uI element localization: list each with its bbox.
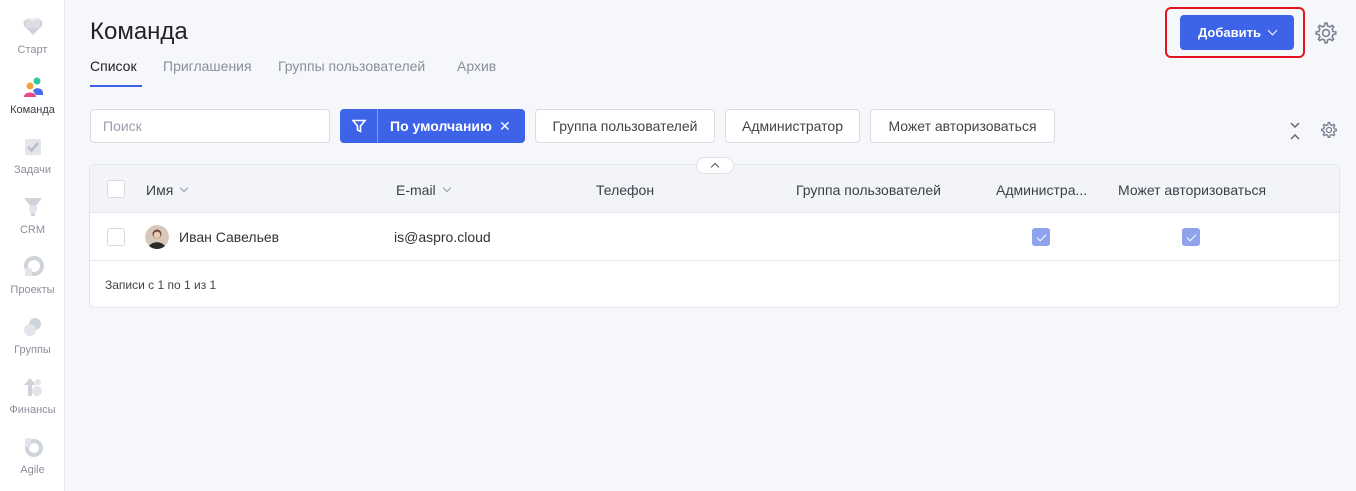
filter-chip-user-group[interactable]: Группа пользователей [535, 109, 715, 143]
column-can-login[interactable]: Может авторизоваться [1118, 182, 1266, 198]
sidebar-item-label: Группы [14, 344, 51, 356]
column-email[interactable]: E-mail [396, 182, 451, 198]
avatar [145, 225, 169, 249]
sidebar-item-agile[interactable]: Agile [0, 420, 65, 480]
add-button[interactable]: Добавить [1180, 15, 1294, 50]
sidebar-item-label: Команда [10, 104, 55, 116]
column-email-label: E-mail [396, 182, 436, 198]
sidebar-item-projects[interactable]: Проекты [0, 240, 65, 300]
filter-chip-can-login[interactable]: Может авторизоваться [870, 109, 1055, 143]
search-input[interactable] [90, 109, 330, 143]
sidebar-item-crm[interactable]: CRM [0, 180, 65, 240]
collapse-filters-toggle[interactable] [696, 157, 734, 174]
close-icon[interactable]: ✕ [499, 118, 511, 135]
default-filter-label: По умолчанию [390, 118, 492, 134]
team-icon [23, 77, 43, 97]
projects-icon [23, 256, 44, 276]
heart-icon [23, 18, 42, 35]
can-login-checkbox [1182, 228, 1200, 246]
sidebar-item-finance[interactable]: Финансы [0, 360, 65, 420]
chevron-up-icon [710, 162, 720, 172]
sidebar-item-label: CRM [19, 224, 46, 236]
main-content: Команда Список Приглашения Группы пользо… [66, 0, 1356, 491]
check-icon [1186, 231, 1196, 241]
records-summary: Записи с 1 по 1 из 1 [105, 278, 217, 292]
sidebar-item-label: Проекты [10, 284, 55, 296]
column-phone[interactable]: Телефон [596, 182, 654, 198]
sidebar-item-team[interactable]: Команда [0, 60, 65, 120]
tab-invitations[interactable]: Приглашения [163, 58, 252, 74]
chevron-down-icon [1267, 25, 1278, 36]
chevron-down-icon [180, 183, 189, 193]
add-button-label: Добавить [1198, 25, 1261, 40]
team-table: Имя E-mail Телефон Группа пользователей … [89, 157, 1340, 308]
finance-icon [23, 378, 42, 396]
sidebar-item-groups[interactable]: Группы [0, 300, 65, 360]
row-checkbox[interactable] [107, 228, 125, 246]
sidebar-item-label: Задачи [14, 164, 51, 176]
admin-checkbox [1032, 228, 1050, 246]
check-icon [1036, 231, 1046, 241]
sidebar-item-tasks[interactable]: Задачи [0, 120, 65, 180]
filter-chip-administrator[interactable]: Администратор [725, 109, 860, 143]
default-filter-button[interactable]: По умолчанию ✕ [340, 109, 525, 143]
column-name[interactable]: Имя [146, 182, 189, 198]
table-settings-gear-icon[interactable] [1320, 121, 1338, 139]
user-name[interactable]: Иван Савельев [179, 229, 279, 245]
sidebar-item-label: Старт [17, 44, 48, 56]
column-name-label: Имя [146, 182, 174, 198]
agile-icon [24, 438, 43, 457]
chevron-down-icon [442, 183, 451, 193]
sidebar-item-label: Финансы [9, 404, 56, 416]
sidebar: Старт Команда Задачи CRM Проекты Группы … [0, 0, 65, 491]
select-all-checkbox[interactable] [107, 180, 125, 198]
page-title: Команда [90, 18, 188, 45]
table-row[interactable]: Иван Савельев is@aspro.cloud [90, 213, 1339, 261]
tab-list[interactable]: Список [90, 58, 137, 74]
sidebar-item-start[interactable]: Старт [0, 0, 65, 60]
filter-icon [340, 109, 378, 143]
active-tab-indicator [90, 85, 142, 87]
tasks-icon [24, 139, 41, 155]
tab-archive[interactable]: Архив [457, 58, 496, 74]
sidebar-item-label: Agile [20, 464, 45, 476]
user-email[interactable]: is@aspro.cloud [394, 229, 491, 245]
column-user-group[interactable]: Группа пользователей [796, 182, 941, 198]
column-administrator[interactable]: Администра... [996, 182, 1087, 198]
collapse-icon[interactable] [1288, 121, 1302, 141]
tab-user-groups[interactable]: Группы пользователей [278, 58, 425, 74]
groups-icon [23, 318, 41, 336]
crm-icon [23, 198, 42, 216]
gear-icon[interactable] [1314, 21, 1338, 45]
